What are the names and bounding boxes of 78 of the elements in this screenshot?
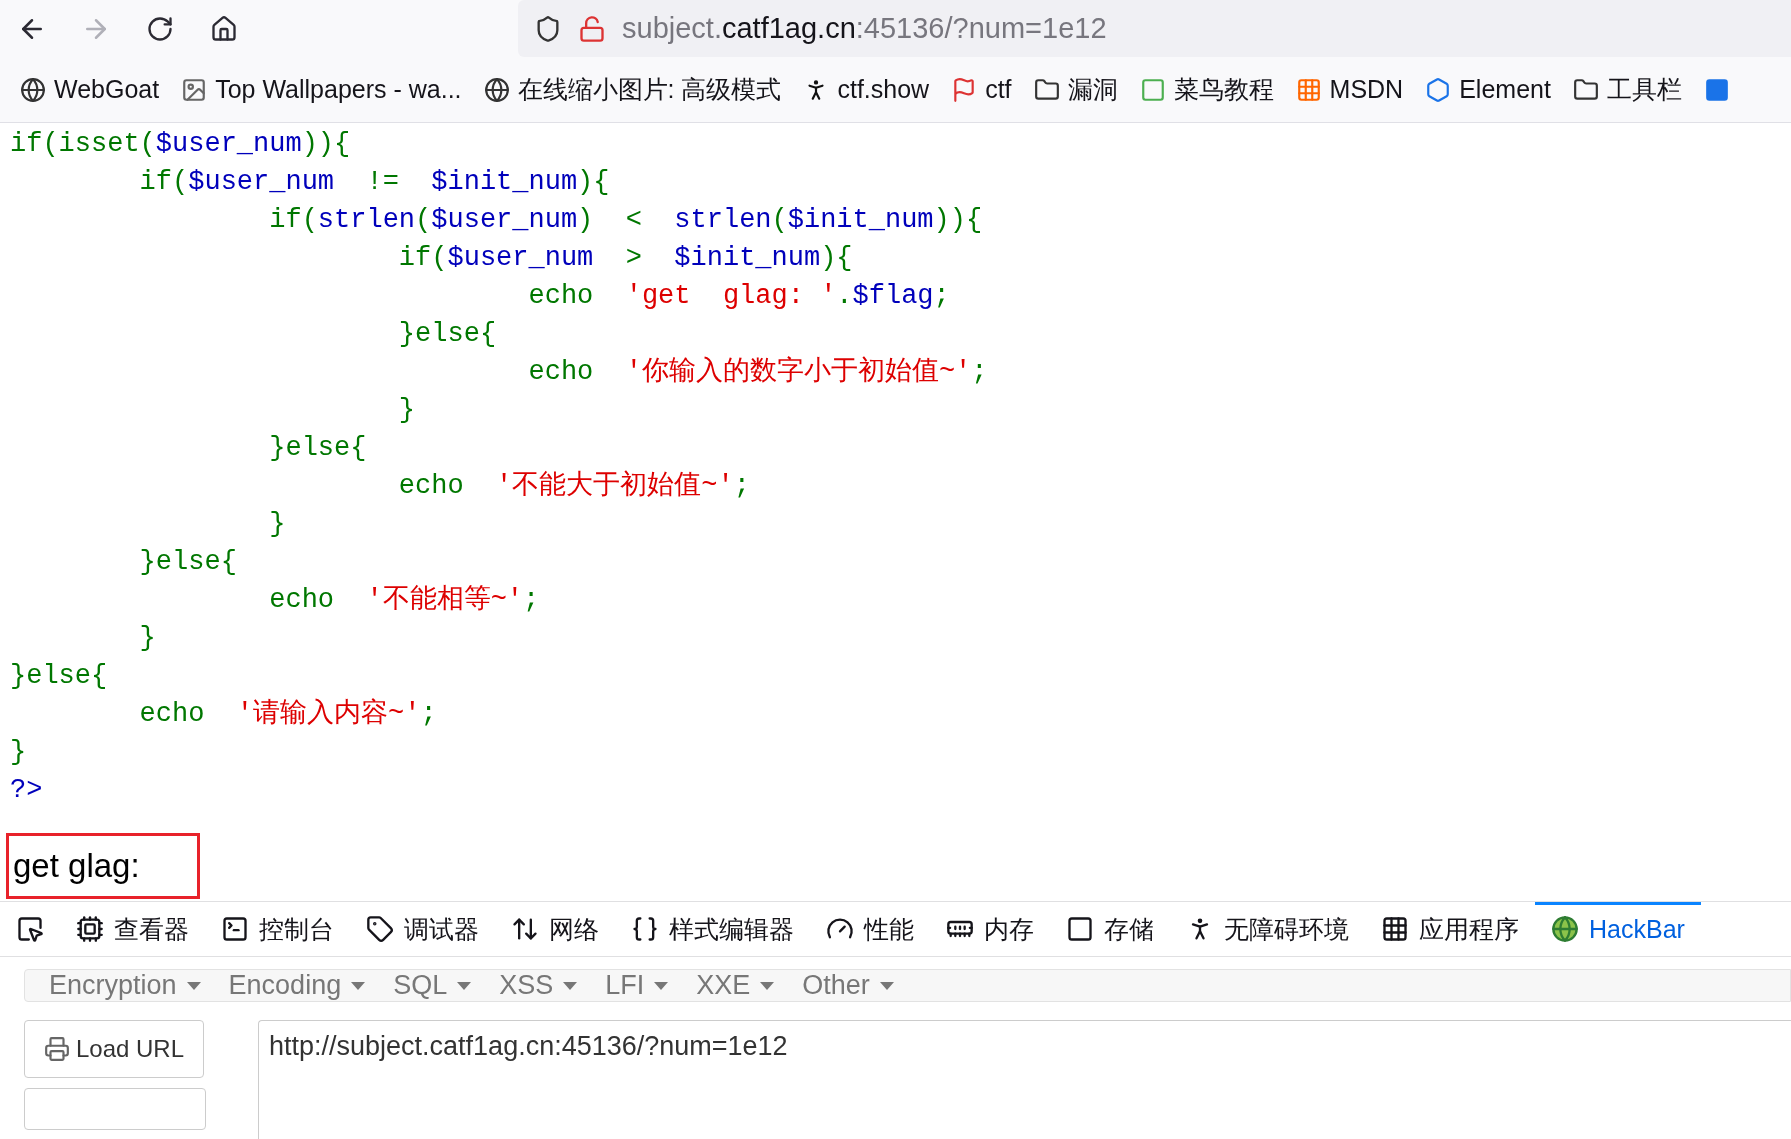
devtools-tab[interactable]: 内存	[930, 902, 1050, 956]
tag-icon	[366, 915, 394, 943]
bookmark[interactable]: ctf.show	[803, 75, 930, 104]
output-text: get glag:	[12, 847, 140, 885]
url-text: subject.catf1ag.cn:45136/?num=1e12	[622, 12, 1107, 45]
code-line: if($user_num != $init_num){	[138, 166, 611, 199]
code-line: }	[138, 622, 157, 655]
folder-icon	[1572, 76, 1599, 103]
devtools-tab[interactable]: 调试器	[350, 902, 495, 956]
storage-icon	[1066, 915, 1094, 943]
devtools-tab[interactable]: 控制台	[205, 902, 350, 956]
braces-icon	[631, 915, 659, 943]
folder-icon	[1033, 76, 1060, 103]
menu-dropdown[interactable]: XSS	[485, 970, 592, 1001]
code-line: if(isset($user_num)){	[10, 128, 352, 161]
devtools-tab[interactable]: 无障碍环境	[1170, 902, 1365, 956]
bookmark[interactable]	[1703, 76, 1730, 103]
menu-dropdown[interactable]: SQL	[379, 970, 486, 1001]
menu-dropdown[interactable]: XXE	[682, 970, 789, 1001]
devtools-tab[interactable]: HackBar	[1535, 902, 1701, 956]
image-icon	[181, 76, 208, 103]
code-line: }else{	[138, 546, 238, 579]
bookmark[interactable]: Top Wallpapers - wa...	[181, 75, 462, 104]
bookmark[interactable]: ctf	[951, 75, 1012, 104]
code-line: }else{	[268, 432, 368, 465]
lock-icon	[578, 14, 606, 43]
devtools-tab[interactable]: 应用程序	[1365, 902, 1535, 956]
code-line: echo '不能相等~';	[268, 584, 541, 617]
grid-icon	[1381, 915, 1409, 943]
caret-icon	[351, 981, 366, 990]
bookmark[interactable]: 漏洞	[1033, 73, 1118, 106]
code-line: echo '请输入内容~';	[138, 697, 438, 731]
bookmark[interactable]: MSDN	[1295, 75, 1404, 104]
devtools-tab[interactable]: 性能	[810, 902, 930, 956]
menu-dropdown[interactable]: LFI	[591, 970, 683, 1001]
code-line: if(strlen($user_num) < strlen($init_num)){	[268, 204, 984, 237]
devtools-tab[interactable]: 存储	[1050, 902, 1170, 956]
home-icon	[210, 14, 238, 43]
code-line: echo 'get glag: '.$flag;	[527, 280, 951, 313]
caret-icon	[879, 981, 894, 990]
square-icon	[1703, 76, 1730, 103]
chip-icon	[76, 915, 104, 943]
devtools-tab[interactable]: 样式编辑器	[615, 902, 810, 956]
load-url-button[interactable]: Load URL	[24, 1020, 204, 1078]
code-line: echo '你输入的数字小于初始值~';	[527, 355, 989, 389]
caret-icon	[457, 981, 472, 990]
code-line: }	[10, 736, 28, 769]
caret-icon	[186, 981, 201, 990]
bookmark[interactable]: Element	[1425, 75, 1551, 104]
code-line: echo '不能大于初始值~';	[397, 469, 751, 503]
devtools-tab[interactable]: 网络	[495, 902, 615, 956]
bookmark[interactable]: 工具栏	[1572, 73, 1682, 106]
bookmark[interactable]: 在线缩小图片: 高级模式	[483, 73, 782, 106]
address-bar[interactable]: subject.catf1ag.cn:45136/?num=1e12	[518, 0, 1791, 57]
code-line: }else{	[10, 660, 109, 693]
code-line: }	[397, 394, 417, 427]
caret-icon	[760, 981, 775, 990]
globe-icon	[20, 76, 46, 103]
menu-dropdown[interactable]: Other	[788, 970, 908, 1001]
terminal-icon	[221, 915, 249, 943]
code-line: if($user_num > $init_num){	[397, 242, 854, 275]
printer-icon	[43, 1036, 70, 1062]
globe-icon	[483, 76, 510, 103]
hexagon-icon	[1425, 76, 1452, 103]
code-line: }else{	[397, 318, 498, 351]
picker-icon	[16, 915, 44, 943]
code-line: ?>	[10, 774, 44, 807]
url-input-field[interactable]: http://subject.catf1ag.cn:45136/?num=1e12	[258, 1020, 1791, 1139]
devtools-tab[interactable]: 查看器	[60, 902, 205, 956]
menu-dropdown[interactable]: Encoding	[214, 970, 380, 1001]
bookmark[interactable]: 菜鸟教程	[1139, 73, 1274, 106]
caret-icon	[654, 981, 669, 990]
code-line: }	[268, 508, 287, 541]
menu-dropdown[interactable]: Encryption	[35, 970, 215, 1001]
globe-icon	[1551, 915, 1579, 943]
bookmark[interactable]: WebGoat	[20, 75, 160, 104]
reload-icon	[146, 14, 174, 43]
caret-icon	[563, 981, 578, 990]
